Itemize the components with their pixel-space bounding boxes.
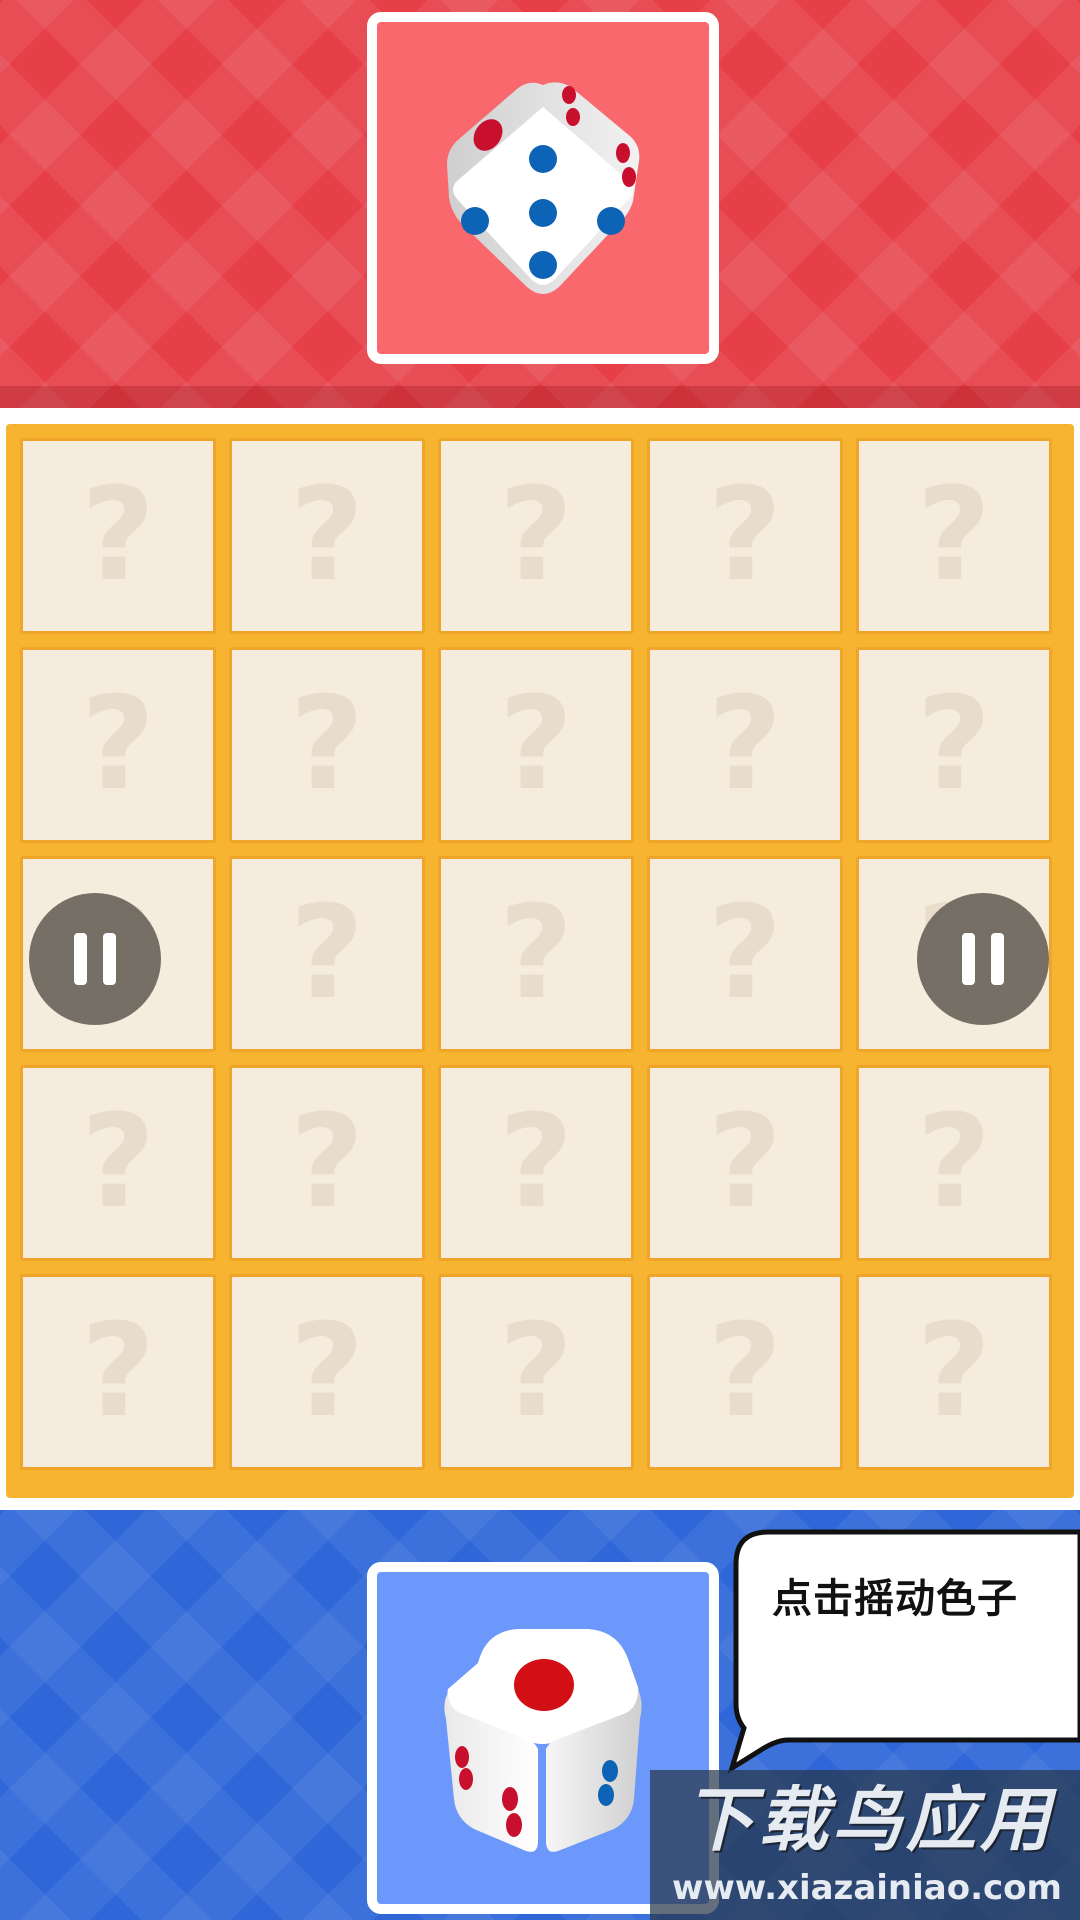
hint-speech-bubble: 点击摇动色子 <box>728 1528 1080 1773</box>
question-mark-icon: ? <box>80 461 156 610</box>
dice-pip <box>566 108 580 126</box>
board-cell[interactable]: ? <box>229 647 425 843</box>
bottom-dice-icon <box>444 1629 642 1852</box>
hint-text: 点击摇动色子 <box>772 1576 1018 1622</box>
board-cell[interactable]: ? <box>229 1274 425 1470</box>
board-cell[interactable]: ? <box>647 1065 843 1261</box>
question-mark-icon: ? <box>498 461 574 610</box>
board-cell[interactable]: ? <box>647 438 843 634</box>
dice-pip <box>602 1760 618 1782</box>
watermark: 下载鸟应用 www.xiazainiao.com <box>650 1770 1080 1920</box>
board-cell[interactable]: ? <box>20 438 216 634</box>
question-mark-icon: ? <box>498 1088 574 1237</box>
board-cell[interactable]: ? <box>856 438 1052 634</box>
board-cell[interactable]: ? <box>438 438 634 634</box>
pause-button-left[interactable] <box>29 893 161 1025</box>
question-mark-icon: ? <box>916 1297 992 1446</box>
dice-pip <box>461 207 489 235</box>
board-cell[interactable]: ? <box>229 856 425 1052</box>
dice-pip <box>562 86 576 104</box>
game-board: ? ? ? ? ? ? ? ? ? ? ? ? ? ? ? ? ? ? ? ? … <box>6 424 1074 1498</box>
dice-pip <box>529 145 557 173</box>
question-mark-icon: ? <box>916 461 992 610</box>
watermark-title: 下载鸟应用 <box>684 1779 1054 1861</box>
question-mark-icon: ? <box>498 1297 574 1446</box>
dice-pip <box>616 143 630 163</box>
board-cell[interactable]: ? <box>856 647 1052 843</box>
board-cell[interactable]: ? <box>229 438 425 634</box>
board-cell[interactable]: ? <box>20 1274 216 1470</box>
dice-pip <box>506 1813 522 1837</box>
question-mark-icon: ? <box>707 461 783 610</box>
board-cell[interactable]: ? <box>856 1065 1052 1261</box>
top-dice-panel[interactable] <box>367 12 719 364</box>
pause-button-right[interactable] <box>917 893 1049 1025</box>
dice-pip <box>459 1768 473 1790</box>
question-mark-icon: ? <box>80 1088 156 1237</box>
board-cell[interactable]: ? <box>856 1274 1052 1470</box>
board-cell[interactable]: ? <box>229 1065 425 1261</box>
board-cell[interactable]: ? <box>438 1274 634 1470</box>
question-mark-icon: ? <box>80 670 156 819</box>
question-mark-icon: ? <box>289 1088 365 1237</box>
question-mark-icon: ? <box>289 1297 365 1446</box>
question-mark-icon: ? <box>289 670 365 819</box>
dice-pip <box>529 199 557 227</box>
dice-pip <box>598 1784 614 1806</box>
board-cell[interactable]: ? <box>647 856 843 1052</box>
pause-icon <box>954 933 1012 985</box>
board-cell[interactable]: ? <box>438 856 634 1052</box>
dice-pip <box>597 207 625 235</box>
top-dice-icon <box>447 82 640 294</box>
question-mark-icon: ? <box>289 879 365 1028</box>
question-mark-icon: ? <box>916 1088 992 1237</box>
dice-pip <box>622 167 636 187</box>
board-cell[interactable]: ? <box>438 647 634 843</box>
question-mark-icon: ? <box>289 461 365 610</box>
watermark-url: www.xiazainiao.com <box>672 1868 1062 1908</box>
dice-pip <box>502 1787 518 1811</box>
question-mark-icon: ? <box>498 879 574 1028</box>
board-cell[interactable]: ? <box>20 1065 216 1261</box>
dice-pip <box>455 1746 469 1768</box>
pause-icon <box>66 933 124 985</box>
question-mark-icon: ? <box>707 1088 783 1237</box>
board-cell[interactable]: ? <box>20 647 216 843</box>
question-mark-icon: ? <box>80 1297 156 1446</box>
question-mark-icon: ? <box>498 670 574 819</box>
dice-pip <box>529 251 557 279</box>
question-mark-icon: ? <box>916 670 992 819</box>
board-cell[interactable]: ? <box>647 1274 843 1470</box>
question-mark-icon: ? <box>707 879 783 1028</box>
board-cell[interactable]: ? <box>438 1065 634 1261</box>
question-mark-icon: ? <box>707 670 783 819</box>
dice-pip <box>514 1659 574 1711</box>
question-mark-icon: ? <box>707 1297 783 1446</box>
board-cell[interactable]: ? <box>647 647 843 843</box>
